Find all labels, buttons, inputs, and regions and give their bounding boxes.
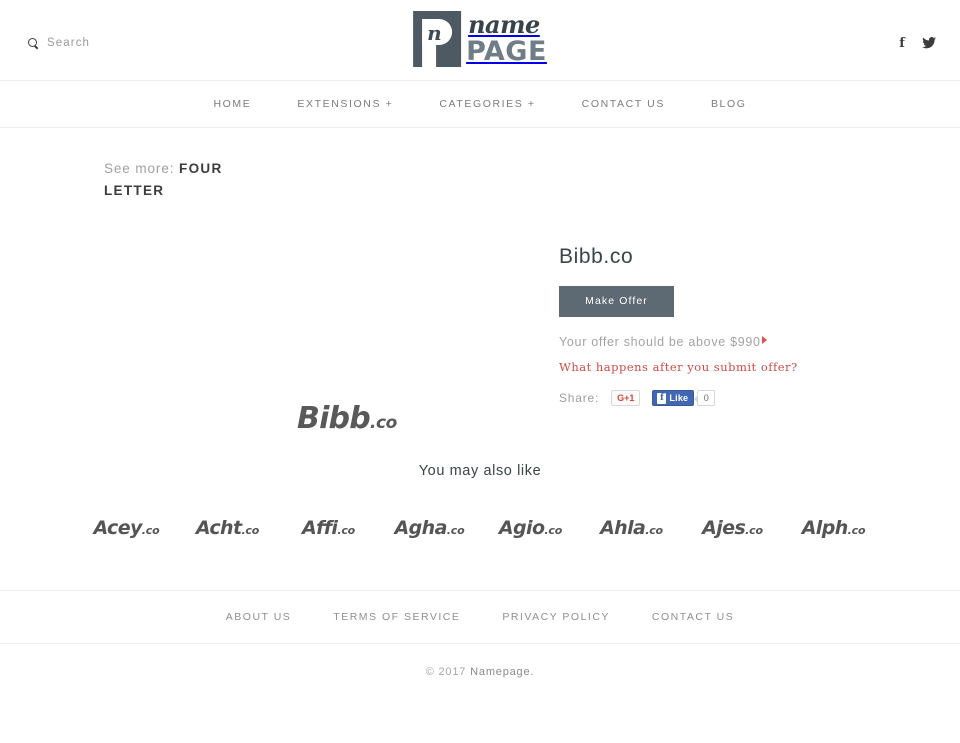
- copyright-brand: Namepage.: [470, 665, 535, 678]
- search-label: Search: [47, 37, 91, 49]
- domain-logo-tld: .co: [369, 413, 397, 433]
- related-domains-row: Acey.co Acht.co Affi.co Agha.co Agio.co …: [0, 517, 960, 539]
- related-domain-tld: .co: [337, 524, 356, 537]
- nav-item-contact-us[interactable]: CONTACT US: [559, 98, 688, 110]
- footer-links: ABOUT US TERMS OF SERVICE PRIVACY POLICY…: [0, 591, 960, 644]
- related-domain-agio[interactable]: Agio.co: [480, 517, 581, 539]
- site-header: Search n name PAGE f: [0, 0, 960, 81]
- facebook-glyph: f: [899, 35, 905, 51]
- nav-item-home[interactable]: HOME: [190, 98, 274, 110]
- share-label: Share:: [559, 391, 600, 405]
- make-offer-button[interactable]: Make Offer: [559, 286, 674, 317]
- search-input[interactable]: Search: [28, 37, 90, 49]
- twitter-icon[interactable]: [922, 36, 936, 50]
- nav-item-extensions[interactable]: EXTENSIONS +: [274, 98, 416, 110]
- product-section: Bibb.co Bibb.co Make Offer Your offer sh…: [0, 188, 960, 453]
- related-domain-name: Ahla: [600, 517, 646, 539]
- related-domain-name: Alph: [801, 517, 849, 539]
- share-row: Share: G+1 f Like 0: [559, 390, 889, 406]
- social-links: f: [895, 36, 936, 50]
- footer-link-contact-us[interactable]: CONTACT US: [631, 611, 755, 623]
- related-domain-ajes[interactable]: Ajes.co: [682, 517, 783, 539]
- offer-info-link[interactable]: What happens after you submit offer?: [559, 360, 889, 374]
- related-domain-tld: .co: [446, 524, 465, 537]
- you-may-also-like-section: You may also like Acey.co Acht.co Affi.c…: [0, 453, 960, 539]
- related-domain-name: Agio: [498, 517, 545, 539]
- see-more-section: See more: FOUR LETTER: [0, 128, 960, 198]
- facebook-f-icon: f: [657, 392, 667, 404]
- related-domain-name: Acht: [195, 517, 242, 539]
- logo-mark-icon: n: [413, 11, 462, 67]
- search-icon: [28, 37, 39, 49]
- related-domain-agha[interactable]: Agha.co: [379, 517, 480, 539]
- offer-minimum-note: Your offer should be above $990: [559, 333, 779, 352]
- related-domain-acht[interactable]: Acht.co: [177, 517, 278, 539]
- related-domain-tld: .co: [745, 524, 763, 537]
- see-more-label: See more:: [104, 161, 175, 176]
- related-domain-name: Affi: [301, 517, 338, 539]
- related-domain-alph[interactable]: Alph.co: [783, 517, 884, 539]
- twitter-bird-svg: [922, 37, 936, 49]
- product-detail-panel: Bibb.co Make Offer Your offer should be …: [559, 245, 889, 406]
- page-title: Bibb.co: [559, 245, 634, 268]
- nav-item-categories[interactable]: CATEGORIES +: [416, 98, 558, 110]
- facebook-like-count: 0: [694, 390, 716, 406]
- facebook-like-button[interactable]: f Like: [652, 390, 695, 406]
- facebook-like-label: Like: [669, 393, 689, 403]
- site-footer: ABOUT US TERMS OF SERVICE PRIVACY POLICY…: [0, 590, 960, 699]
- copyright-year: © 2017: [425, 665, 467, 678]
- facebook-icon[interactable]: f: [895, 36, 909, 50]
- copyright-notice: © 2017 Namepage.: [0, 644, 960, 699]
- related-domain-name: Agha: [394, 517, 448, 539]
- main-navigation: HOME EXTENSIONS + CATEGORIES + CONTACT U…: [0, 81, 960, 128]
- footer-link-terms-of-service[interactable]: TERMS OF SERVICE: [312, 611, 481, 623]
- also-like-heading: You may also like: [418, 463, 542, 479]
- logo-page-word: PAGE: [466, 36, 547, 67]
- related-domain-tld: .co: [141, 524, 160, 537]
- red-arrow-icon: [762, 336, 767, 344]
- logo-mark-letter: n: [427, 21, 442, 45]
- site-logo[interactable]: n name PAGE: [413, 11, 547, 67]
- domain-logo: Bibb.co: [297, 404, 397, 434]
- related-domain-affi[interactable]: Affi.co: [278, 517, 379, 539]
- facebook-like-widget: f Like 0: [652, 390, 716, 406]
- related-domain-tld: .co: [645, 524, 663, 537]
- related-domain-tld: .co: [241, 524, 260, 537]
- logo-text: name PAGE: [466, 10, 547, 67]
- google-plus-share-button[interactable]: G+1: [611, 390, 641, 406]
- related-domain-tld: .co: [847, 524, 866, 537]
- related-domain-ahla[interactable]: Ahla.co: [581, 517, 682, 539]
- logo-name-word: name: [468, 10, 540, 39]
- offer-note-text: Your offer should be above $990: [559, 335, 761, 349]
- related-domain-name: Acey: [93, 517, 143, 539]
- related-domain-name: Ajes: [702, 517, 746, 539]
- nav-item-blog[interactable]: BLOG: [688, 98, 770, 110]
- domain-logo-name: Bibb: [297, 401, 371, 436]
- footer-link-about-us[interactable]: ABOUT US: [205, 611, 312, 623]
- related-domain-tld: .co: [544, 524, 563, 537]
- footer-link-privacy-policy[interactable]: PRIVACY POLICY: [481, 611, 631, 623]
- related-domain-acey[interactable]: Acey.co: [76, 517, 177, 539]
